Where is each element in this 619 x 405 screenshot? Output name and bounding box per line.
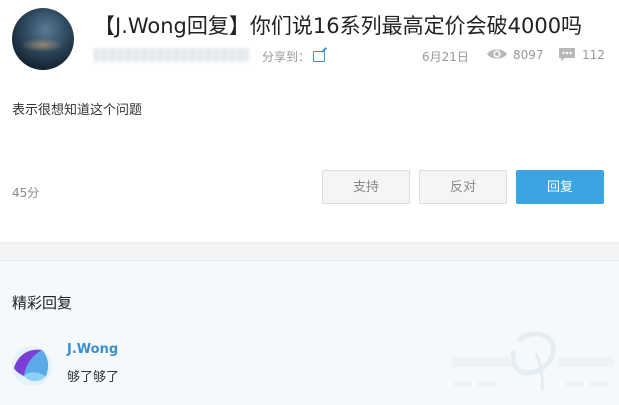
section-title: 精彩回复	[12, 294, 73, 312]
reply-avatar[interactable]	[12, 346, 52, 386]
post-score: 45分	[12, 186, 40, 200]
support-button[interactable]: 支持	[322, 170, 410, 204]
share-external-icon[interactable]	[313, 51, 326, 62]
share-label: 分享到：	[262, 50, 311, 64]
post-card: 【J.Wong回复】你们说16系列最高定价会破4000吗 分享到： 6月21日 …	[0, 0, 619, 242]
comment-bubble-icon	[559, 48, 575, 61]
reply-text: 够了够了	[67, 370, 120, 385]
post-date: 6月21日	[422, 50, 469, 64]
section-divider	[0, 242, 619, 260]
reply-avatar-graphic	[12, 346, 52, 386]
post-body: 表示很想知道这个问题	[12, 103, 143, 118]
reply-button[interactable]: 回复	[516, 170, 604, 204]
reply-username[interactable]: J.Wong	[67, 342, 118, 357]
eye-icon	[487, 49, 507, 59]
share-link[interactable]: 分享到：	[262, 48, 326, 65]
oppose-button[interactable]: 反对	[419, 170, 507, 204]
post-title: 【J.Wong回复】你们说16系列最高定价会破4000吗	[94, 14, 583, 38]
featured-replies: 精彩回复 J.Wong 够了够了	[0, 260, 619, 405]
site-watermark	[452, 331, 614, 392]
avatar-glow	[20, 38, 64, 52]
author-avatar[interactable]	[12, 8, 74, 70]
blurred-username	[94, 48, 249, 62]
post-meta: 分享到： 6月21日 8097 112	[94, 45, 605, 65]
comment-count: 112	[582, 48, 605, 62]
view-count: 8097	[513, 48, 544, 62]
